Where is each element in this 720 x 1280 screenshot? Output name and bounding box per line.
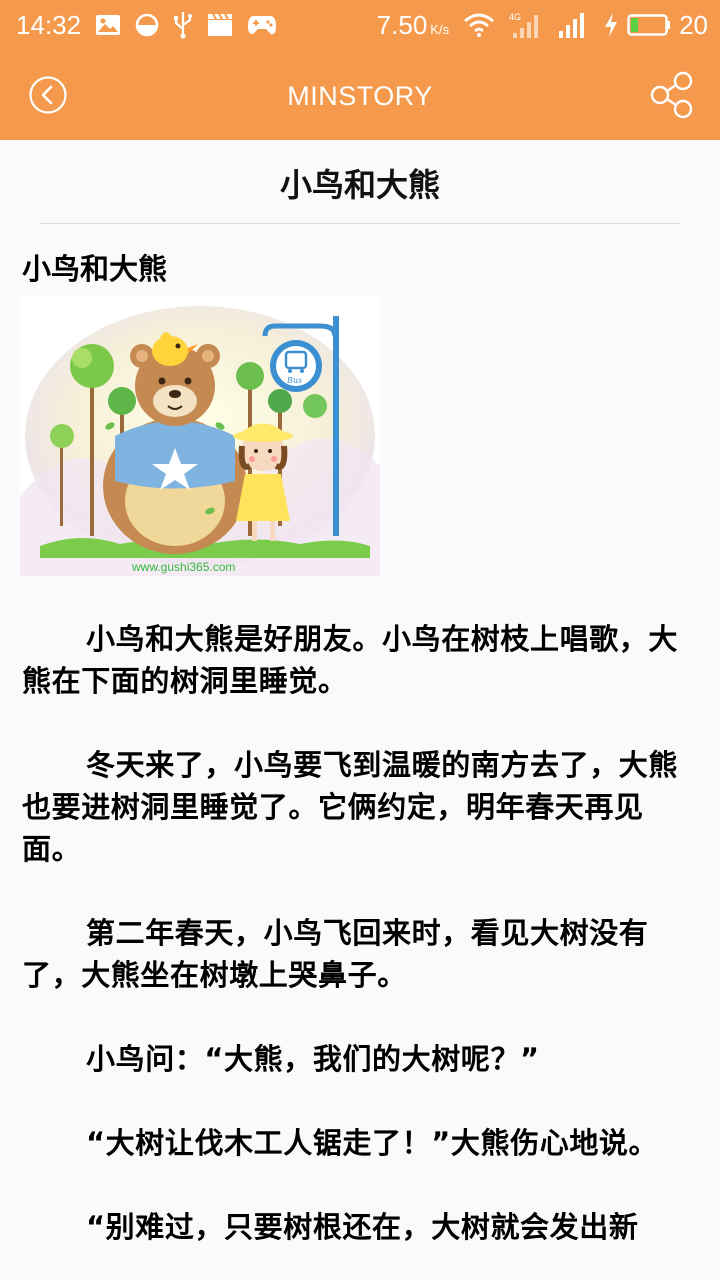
- image-icon: [95, 14, 121, 36]
- share-button[interactable]: [648, 70, 696, 120]
- story-illustration: Bus www.gushi365.com: [20, 296, 380, 576]
- status-bar-right: 7.50 K/s 4G 20: [377, 10, 708, 41]
- story-heading: 小鸟和大熊: [22, 252, 168, 286]
- status-bar: 14:32 7.50 K/s 4G 20: [0, 0, 720, 50]
- gamepad-icon: [247, 14, 277, 36]
- wifi-icon: [463, 13, 495, 37]
- story-paragraph: “大树让伐木工人锯走了！”大熊伤心地说。: [86, 1126, 659, 1160]
- article-content[interactable]: 小鸟和大熊 小鸟和大熊 Bus www.gushi365.com 小鸟和大熊是好…: [0, 140, 720, 1280]
- status-time: 14:32: [16, 9, 82, 40]
- share-icon: [650, 71, 693, 119]
- article-title: 小鸟和大熊: [279, 166, 440, 204]
- app-bar: MINSTORY: [0, 50, 720, 140]
- network-type-label: 4G: [509, 12, 521, 22]
- clapperboard-icon: [207, 13, 233, 37]
- battery-level: 20: [679, 9, 708, 40]
- story-paragraph: 小鸟问：“大熊，我们的大树呢？”: [86, 1042, 540, 1076]
- image-watermark: www.gushi365.com: [131, 560, 235, 574]
- signal-icon: [557, 11, 589, 39]
- screen: 14:32 7.50 K/s 4G 20 MINSTORY 小鸟和大熊 小鸟和大…: [0, 0, 720, 1280]
- story-paragraph: “别难过，只要树根还在，大树就会发出新: [86, 1210, 639, 1244]
- net-speed-unit: K/s: [430, 21, 450, 37]
- status-bar-left: 14:32: [16, 10, 277, 41]
- usb-icon: [173, 11, 193, 39]
- battery-icon: [627, 13, 671, 37]
- net-speed: 7.50 K/s: [377, 10, 449, 41]
- battery-indicator: 20: [603, 10, 708, 41]
- app-title: MINSTORY: [287, 81, 433, 111]
- story-paragraph: 小鸟和大熊是好朋友。小鸟在树枝上唱歌，大熊在下面的树洞里睡觉。: [22, 622, 679, 698]
- charging-icon: [603, 12, 619, 38]
- signal-4g-icon: 4G: [509, 11, 543, 39]
- story-paragraph: 第二年春天，小鸟飞回来时，看见大树没有了，大熊坐在树墩上哭鼻子。: [22, 916, 649, 992]
- circle-half-icon: [135, 13, 159, 37]
- story-paragraph: 冬天来了，小鸟要飞到温暖的南方去了，大熊也要进树洞里睡觉了。它俩约定，明年春天再…: [22, 748, 679, 866]
- bus-sign-text: Bus: [286, 376, 302, 385]
- title-divider: [40, 223, 680, 224]
- net-speed-value: 7.50: [376, 9, 428, 40]
- story-body: 小鸟和大熊是好朋友。小鸟在树枝上唱歌，大熊在下面的树洞里睡觉。 冬天来了，小鸟要…: [0, 618, 720, 1248]
